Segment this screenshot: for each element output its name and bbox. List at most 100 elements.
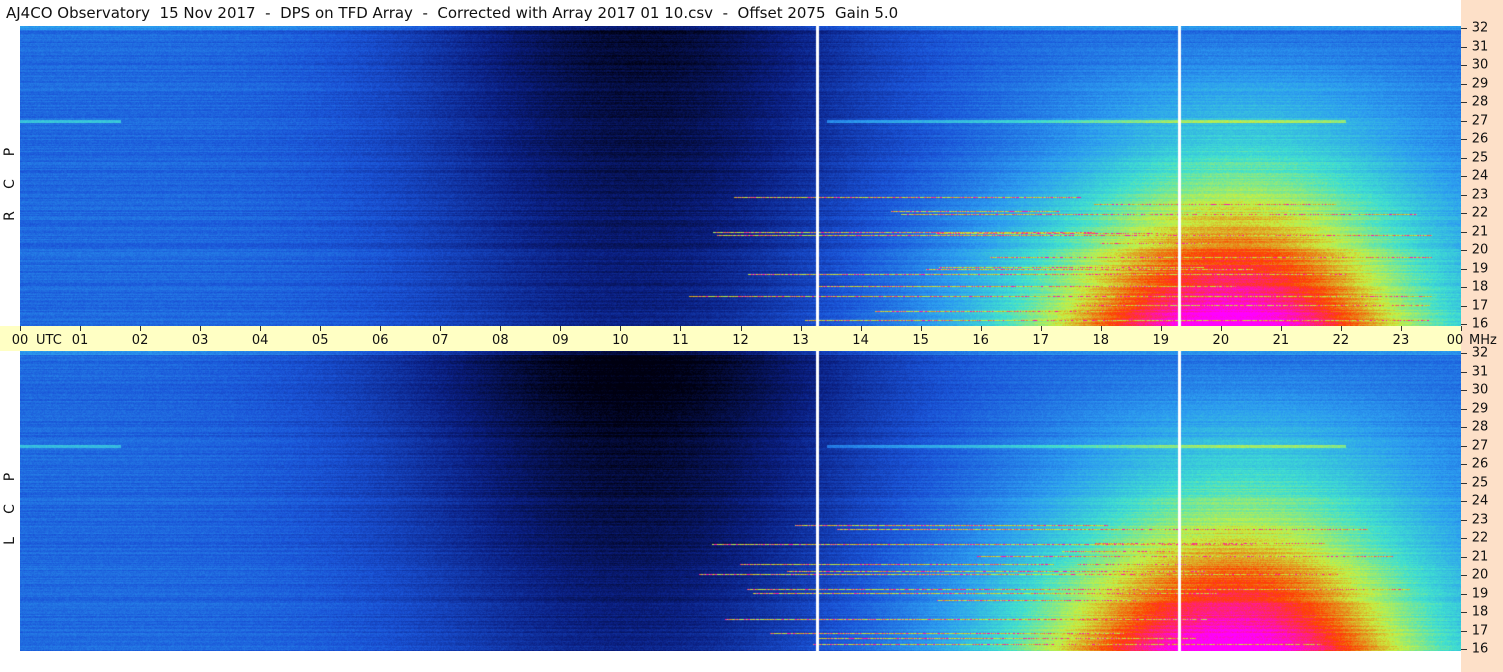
time-tick-label: 13 (792, 333, 809, 348)
frequency-tick-mark (1461, 390, 1467, 391)
frequency-tick-mark (1461, 194, 1467, 196)
frequency-tick-label: 19 (1471, 586, 1489, 601)
rcp-spectrogram-canvas (20, 26, 1461, 326)
frequency-tick-mark (1461, 157, 1467, 159)
frequency-tick-label: 19 (1471, 261, 1489, 276)
time-tick-label: 03 (191, 333, 209, 348)
time-tick-label: 01 (71, 333, 89, 348)
time-tick-mark (20, 326, 21, 331)
frequency-tick-label: 30 (1471, 382, 1489, 398)
rcp-polarization-label: R C P (0, 26, 20, 326)
polarization-letter: P (2, 472, 18, 482)
frequency-tick-label: 22 (1471, 530, 1489, 546)
time-tick-mark (500, 326, 502, 331)
time-tick-label: 18 (1092, 333, 1110, 348)
time-tick-mark (200, 326, 202, 331)
frequency-tick-mark (1461, 120, 1467, 122)
polarization-letter: P (2, 147, 18, 157)
frequency-tick-label: 21 (1471, 224, 1489, 239)
frequency-tick-mark (1461, 575, 1467, 576)
frequency-tick-label: 29 (1471, 76, 1489, 91)
time-tick-label: 16 (972, 333, 989, 348)
frequency-tick-mark (1461, 649, 1467, 650)
frequency-tick-mark (1461, 427, 1467, 428)
chart-title: AJ4CO Observatory 15 Nov 2017 - DPS on T… (6, 4, 899, 22)
time-tick-label: 00 (11, 333, 29, 348)
frequency-tick-mark (1461, 176, 1467, 177)
frequency-tick-mark (1461, 538, 1467, 539)
time-tick-label: 20 (1212, 333, 1230, 348)
utc-time-axis: 00 01 02 03 04 05 06 07 08 09 10 11 12 13 14 15 16 17 18 19… (0, 326, 1497, 351)
time-tick-mark (680, 326, 682, 331)
time-tick-mark (800, 326, 802, 331)
time-tick-mark (320, 326, 322, 331)
frequency-tick-label: 31 (1471, 39, 1489, 54)
frequency-tick-mark (1461, 464, 1467, 465)
time-tick-mark (980, 326, 982, 331)
frequency-tick-mark (1461, 556, 1467, 558)
frequency-tick-mark (1461, 83, 1467, 85)
frequency-tick-mark (1461, 612, 1467, 613)
time-tick-label: 12 (732, 333, 749, 348)
time-tick-label: 07 (432, 333, 449, 348)
frequency-tick-label: 27 (1471, 438, 1489, 453)
time-tick-mark (380, 326, 382, 331)
rcp-spectrogram (20, 26, 1461, 326)
time-tick-label: 08 (492, 333, 509, 348)
polarization-letter: L (2, 537, 18, 545)
time-tick-label: 21 (1272, 333, 1290, 348)
frequency-tick-mark (1461, 519, 1467, 521)
frequency-tick-label: 25 (1471, 475, 1489, 490)
frequency-tick-label: 16 (1471, 641, 1489, 657)
frequency-tick-label: 30 (1471, 57, 1489, 73)
frequency-tick-label: 32 (1471, 345, 1489, 361)
time-tick-mark (1280, 326, 1282, 331)
frequency-tick-mark (1461, 408, 1467, 410)
time-tick-mark (1340, 326, 1342, 331)
frequency-tick-mark (1461, 630, 1467, 632)
time-tick-mark (560, 326, 562, 331)
time-tick-mark (740, 326, 742, 331)
lcp-polarization-label: L C P (0, 351, 20, 651)
frequency-tick-label: 16 (1471, 316, 1489, 332)
frequency-tick-label: 20 (1471, 567, 1489, 583)
frequency-tick-label: 23 (1471, 187, 1489, 202)
time-tick-label: 02 (131, 333, 149, 348)
frequency-tick-mark (1461, 28, 1467, 29)
frequency-tick-label: 18 (1471, 604, 1489, 620)
time-tick-mark (1461, 326, 1462, 331)
time-tick-label: 10 (612, 333, 629, 348)
frequency-tick-mark (1461, 371, 1467, 373)
time-tick-mark (1160, 326, 1162, 331)
frequency-tick-label: 29 (1471, 401, 1489, 416)
frequency-tick-label: 23 (1471, 512, 1489, 527)
frequency-tick-mark (1461, 65, 1467, 66)
frequency-tick-label: 17 (1471, 623, 1489, 638)
frequency-tick-label: 21 (1471, 549, 1489, 564)
frequency-tick-mark (1461, 287, 1467, 288)
time-tick-label: 19 (1152, 333, 1170, 348)
frequency-tick-mark (1461, 305, 1467, 307)
time-tick-label: 00 (1446, 333, 1464, 348)
time-tick-label: 06 (371, 333, 389, 348)
frequency-tick-mark (1461, 593, 1467, 595)
time-tick-label: 15 (912, 333, 929, 348)
frequency-tick-label: 28 (1471, 419, 1489, 435)
time-tick-label: 09 (552, 333, 569, 348)
time-tick-mark (860, 326, 862, 331)
time-tick-mark (620, 326, 622, 331)
frequency-tick-label: 32 (1471, 20, 1489, 36)
frequency-tick-label: 24 (1471, 493, 1489, 509)
frequency-tick-mark (1461, 213, 1467, 214)
title-bar: AJ4CO Observatory 15 Nov 2017 - DPS on T… (0, 0, 1461, 26)
frequency-tick-label: 26 (1471, 131, 1489, 147)
frequency-tick-mark (1461, 268, 1467, 270)
time-tick-mark (260, 326, 262, 331)
time-tick-mark (920, 326, 922, 331)
time-tick-label: 22 (1332, 333, 1350, 348)
time-tick-mark (80, 326, 82, 331)
frequency-tick-mark (1461, 250, 1467, 251)
time-tick-label: 14 (852, 333, 869, 348)
frequency-tick-label: 17 (1471, 298, 1489, 313)
frequency-tick-label: 22 (1471, 205, 1489, 221)
